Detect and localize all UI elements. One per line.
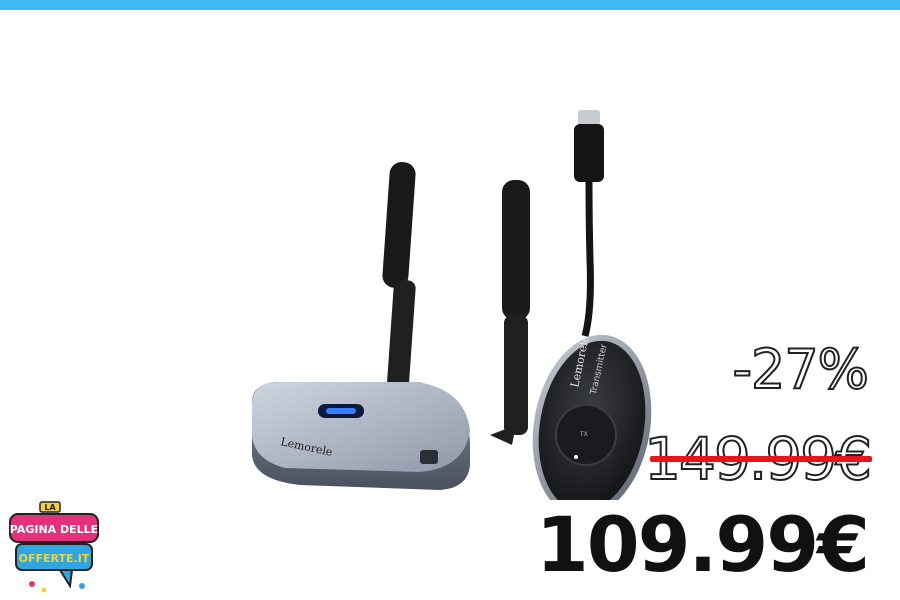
old-price-strikethrough [650, 456, 872, 462]
tx-button-label: TX [579, 431, 588, 438]
usb-c-connector [574, 110, 604, 337]
site-logo[interactable]: LA PAGINA DELLE OFFERTE.IT [8, 498, 100, 598]
logo-line1: LA [44, 503, 56, 512]
antenna-left [382, 162, 416, 401]
product-image[interactable]: Lemorele Lemorele Transmitter TX [240, 100, 670, 500]
logo-line2: PAGINA DELLE [10, 523, 98, 536]
antenna-right [490, 180, 530, 445]
discount-badge: -27% [731, 337, 870, 402]
receiver-box: Lemorele [251, 382, 470, 490]
logo-line3: OFFERTE.IT [19, 552, 90, 565]
new-price: 109.99€ [535, 500, 870, 589]
top-accent-bar [0, 0, 900, 10]
